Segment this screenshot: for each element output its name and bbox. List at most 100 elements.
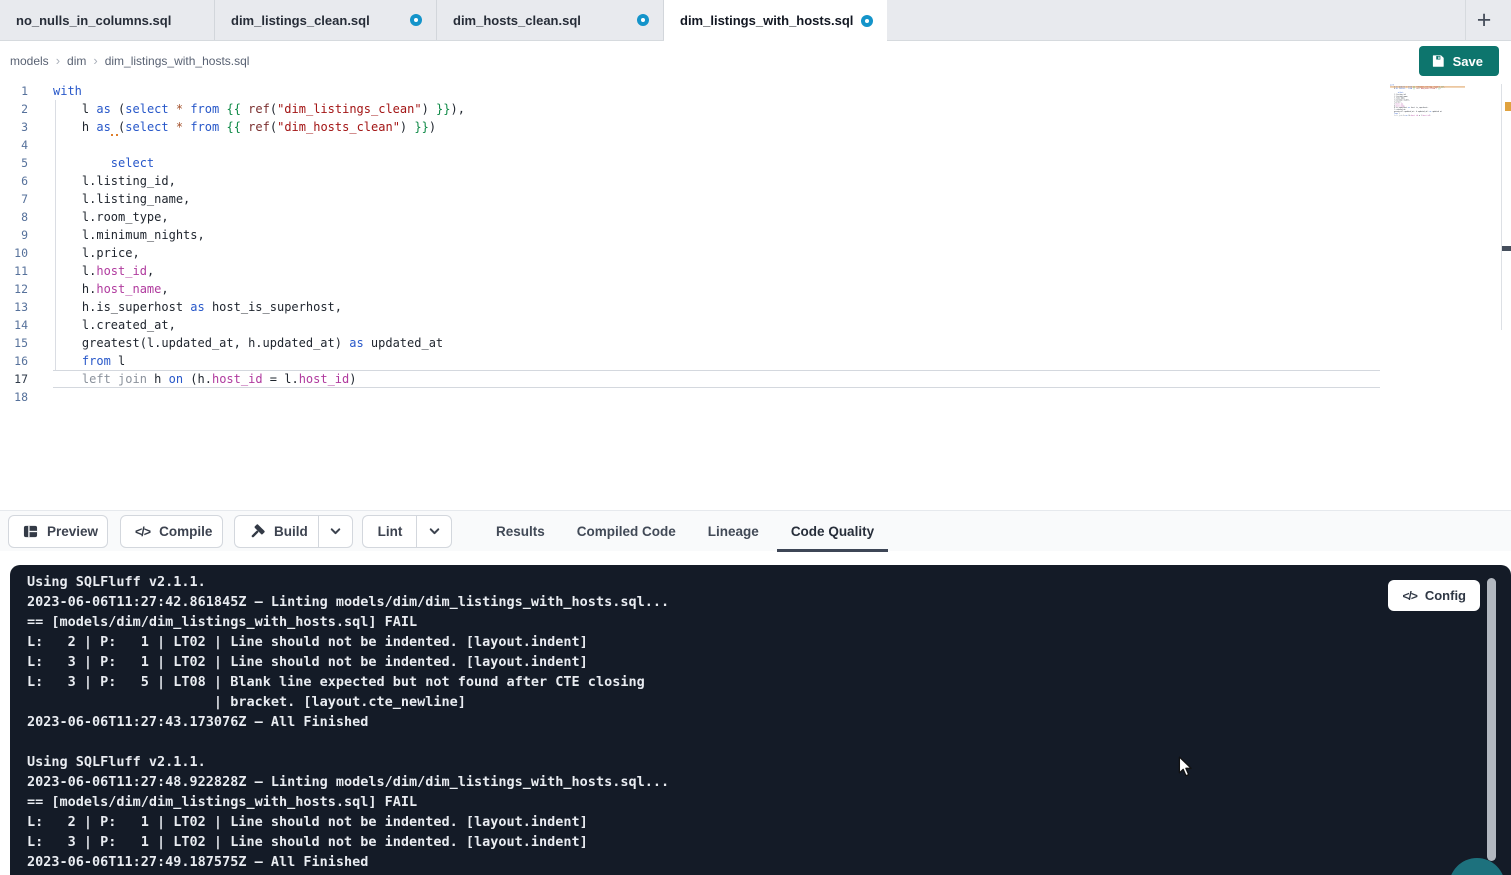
compile-button[interactable]: </> Compile [120, 515, 223, 548]
code-line[interactable]: 8 l.room_type, [0, 208, 1511, 226]
unsaved-changes-icon [637, 14, 649, 26]
code-line[interactable]: 15 greatest(l.updated_at, h.updated_at) … [0, 334, 1511, 352]
build-options-dropdown[interactable] [318, 515, 353, 548]
breadcrumb-item: dim_listings_with_hosts.sql [105, 54, 250, 68]
panel-tab-lineage[interactable]: Lineage [694, 511, 773, 552]
scroll-position-marker[interactable] [1502, 246, 1511, 251]
line-number[interactable]: 8 [0, 208, 28, 226]
code-line-text[interactable]: l.listing_name, [53, 190, 1380, 208]
editor-minimap[interactable]: with l as (select * from {{ ref("dim_lis… [1390, 84, 1465, 124]
panel-tab-compiled-code[interactable]: Compiled Code [563, 511, 690, 552]
code-line[interactable]: 13 h.is_superhost as host_is_superhost, [0, 298, 1511, 316]
code-line[interactable]: 18 [0, 388, 1511, 406]
line-number[interactable]: 16 [0, 352, 28, 370]
code-line-text[interactable]: l.host_id, [53, 262, 1380, 280]
hammer-icon [249, 524, 265, 540]
code-line-text[interactable]: h as (select * from {{ ref("dim_hosts_cl… [53, 118, 1380, 136]
code-line-text[interactable]: h.is_superhost as host_is_superhost, [53, 298, 1380, 316]
config-button-label: Config [1425, 588, 1466, 603]
save-icon [1431, 54, 1445, 68]
code-line[interactable]: 4 [0, 136, 1511, 154]
line-number[interactable]: 9 [0, 226, 28, 244]
file-tab[interactable]: dim_hosts_clean.sql [437, 0, 664, 40]
breadcrumb-item: models [10, 54, 49, 68]
code-line-text[interactable]: greatest(l.updated_at, h.updated_at) as … [53, 334, 1380, 352]
code-line[interactable]: 5 select [0, 154, 1511, 172]
line-number[interactable]: 7 [0, 190, 28, 208]
result-panel-tabs: ResultsCompiled CodeLineageCode Quality [482, 511, 888, 552]
build-split-divider [318, 516, 319, 547]
code-line-text[interactable]: select [53, 154, 1380, 172]
line-number[interactable]: 12 [0, 280, 28, 298]
line-number[interactable]: 13 [0, 298, 28, 316]
line-number[interactable]: 5 [0, 154, 28, 172]
code-line-text[interactable]: l as (select * from {{ ref("dim_listings… [53, 100, 1380, 118]
line-number[interactable]: 18 [0, 388, 28, 406]
terminal-line: 2023-06-06T11:27:49.187575Z — All Finish… [27, 852, 1511, 872]
chevron-down-icon [428, 525, 441, 538]
line-number[interactable]: 6 [0, 172, 28, 190]
code-line-text[interactable]: from l [53, 352, 1380, 370]
line-number[interactable]: 3 [0, 118, 28, 136]
line-number[interactable]: 17 [0, 370, 28, 388]
lint-button[interactable]: Lint [362, 515, 417, 548]
code-line-text[interactable]: l.created_at, [53, 316, 1380, 334]
code-editor[interactable]: 1with2 l as (select * from {{ ref("dim_l… [0, 82, 1511, 510]
file-tab[interactable]: dim_listings_clean.sql [215, 0, 437, 40]
terminal-line: L: 3 | P: 5 | LT08 | Blank line expected… [27, 672, 1511, 692]
preview-button[interactable]: Preview [8, 515, 108, 548]
code-line-text[interactable]: l.room_type, [53, 208, 1380, 226]
code-line[interactable]: 9 l.minimum_nights, [0, 226, 1511, 244]
code-line[interactable]: 14 l.created_at, [0, 316, 1511, 334]
code-line[interactable]: 7 l.listing_name, [0, 190, 1511, 208]
code-line[interactable]: 3 h as (select * from {{ ref("dim_hosts_… [0, 118, 1511, 136]
code-line-text[interactable]: h.host_name, [53, 280, 1380, 298]
terminal-line: L: 3 | P: 1 | LT02 | Line should not be … [27, 652, 1511, 672]
code-line[interactable]: 6 l.listing_id, [0, 172, 1511, 190]
build-button[interactable]: Build [234, 515, 319, 548]
file-tab[interactable]: no_nulls_in_columns.sql [0, 0, 215, 40]
terminal-line: L: 2 | P: 1 | LT02 | Line should not be … [27, 632, 1511, 652]
line-number[interactable]: 11 [0, 262, 28, 280]
lint-options-dropdown[interactable] [416, 515, 452, 548]
panel-tab-code-quality[interactable]: Code Quality [777, 511, 888, 552]
lint-warning-marker [1505, 102, 1511, 111]
line-number[interactable]: 2 [0, 100, 28, 118]
config-button[interactable]: </> Config [1388, 580, 1480, 611]
code-lines: 1with2 l as (select * from {{ ref("dim_l… [0, 82, 1511, 406]
breadcrumb: models›dim›dim_listings_with_hosts.sql [10, 53, 249, 68]
line-number[interactable]: 4 [0, 136, 28, 154]
code-line[interactable]: 1 with [0, 82, 1511, 100]
code-line-text[interactable]: l.price, [53, 244, 1380, 262]
save-button[interactable]: Save [1419, 46, 1499, 76]
code-line[interactable]: 17 left join h on (h.host_id = l.host_id… [0, 370, 1511, 388]
code-line-text[interactable]: left join h on (h.host_id = l.host_id) [53, 370, 1380, 388]
save-button-label: Save [1453, 54, 1483, 69]
panel-tab-results[interactable]: Results [482, 511, 559, 552]
indent-guide [55, 100, 56, 370]
line-number[interactable]: 10 [0, 244, 28, 262]
terminal-line [27, 732, 1511, 752]
code-line-text[interactable]: l.listing_id, [53, 172, 1380, 190]
terminal-line: Using SQLFluff v2.1.1. [27, 752, 1511, 772]
terminal-line: == [models/dim/dim_listings_with_hosts.s… [27, 792, 1511, 812]
file-tab[interactable]: dim_listings_with_hosts.sql [664, 0, 887, 41]
line-number[interactable]: 15 [0, 334, 28, 352]
code-line-text[interactable]: with [53, 82, 1380, 100]
line-number[interactable]: 14 [0, 316, 28, 334]
line-number[interactable]: 1 [0, 82, 28, 100]
code-line[interactable]: 16 from l [0, 352, 1511, 370]
output-toolbar: Preview </> Compile Build Lint Results [0, 510, 1511, 551]
code-line-text[interactable] [53, 136, 1380, 154]
code-line-text[interactable] [53, 388, 1380, 406]
terminal-scrollbar[interactable] [1487, 578, 1496, 861]
terminal-line: 2023-06-06T11:27:42.861845Z — Linting mo… [27, 592, 1511, 612]
code-line[interactable]: 10 l.price, [0, 244, 1511, 262]
new-tab-button[interactable]: + [1467, 4, 1501, 36]
terminal-line: L: 2 | P: 1 | LT02 | Line should not be … [27, 812, 1511, 832]
terminal-output: Using SQLFluff v2.1.1. 2023-06-06T11:27:4… [27, 572, 1511, 872]
code-line[interactable]: 12 h.host_name, [0, 280, 1511, 298]
code-line[interactable]: 11 l.host_id, [0, 262, 1511, 280]
code-line[interactable]: 2 l as (select * from {{ ref("dim_listin… [0, 100, 1511, 118]
code-line-text[interactable]: l.minimum_nights, [53, 226, 1380, 244]
